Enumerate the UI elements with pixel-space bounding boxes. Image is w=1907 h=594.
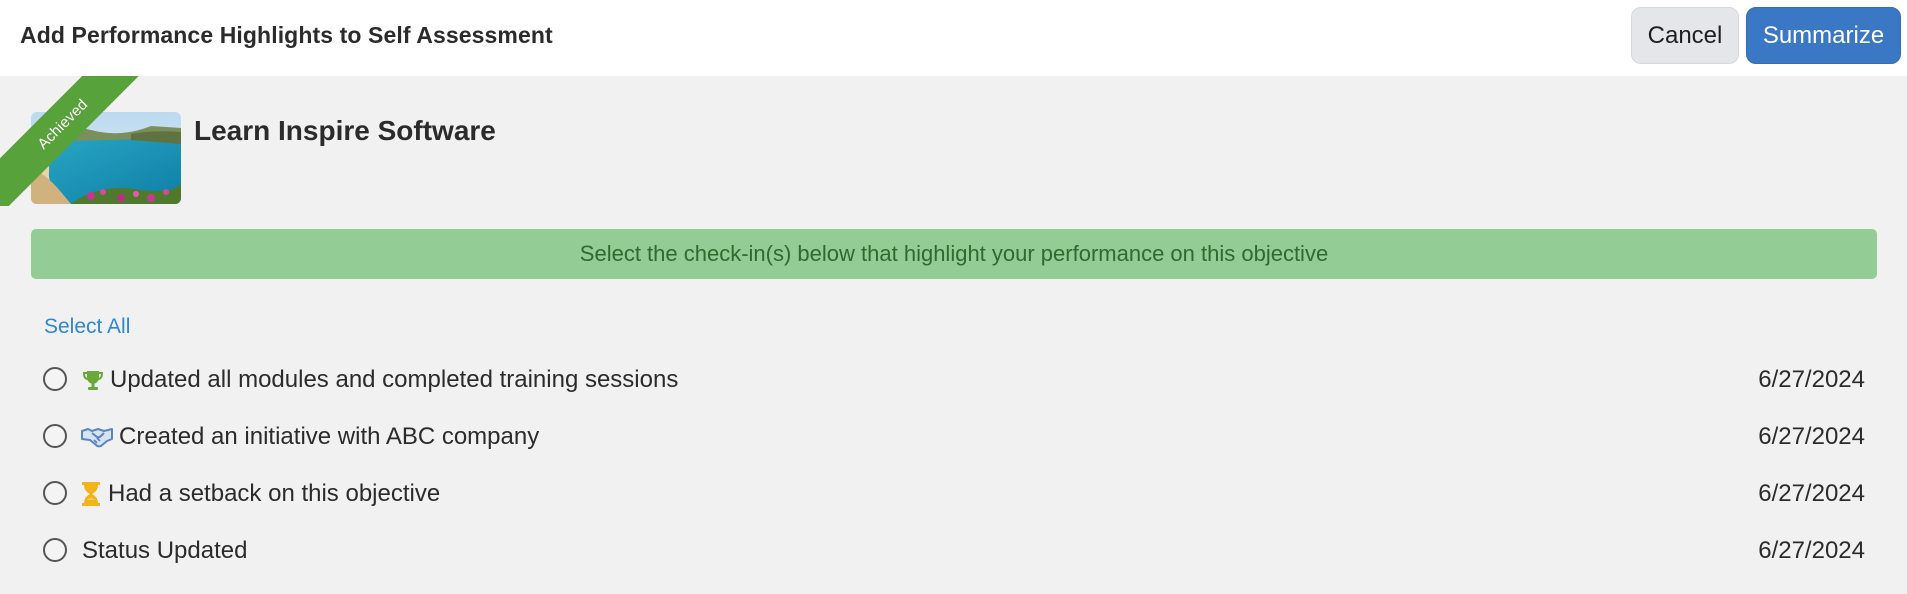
checkin-text: Created an initiative with ABC company xyxy=(119,423,540,450)
objective-title: Learn Inspire Software xyxy=(194,115,496,146)
trophy-icon xyxy=(81,367,105,393)
cancel-button[interactable]: Cancel xyxy=(1631,7,1739,64)
hourglass-icon xyxy=(81,481,101,507)
handshake-icon xyxy=(81,424,113,450)
checkin-row[interactable]: Created an initiative with ABC company 6… xyxy=(40,417,1870,457)
checkin-date: 6/27/2024 xyxy=(1758,537,1865,564)
checkin-row[interactable]: Updated all modules and completed traini… xyxy=(40,360,1870,400)
checkin-text: Had a setback on this objective xyxy=(108,480,441,507)
checkin-row[interactable]: Status Updated 6/27/2024 xyxy=(40,531,1870,571)
status-ribbon-area: Achieved xyxy=(0,76,150,206)
checkin-date: 6/27/2024 xyxy=(1758,366,1865,393)
instruction-banner: Select the check-in(s) below that highli… xyxy=(31,229,1877,279)
checkin-radio[interactable] xyxy=(43,367,67,391)
select-all-link[interactable]: Select All xyxy=(44,315,130,339)
checkin-date: 6/27/2024 xyxy=(1758,480,1865,507)
modal-header: Add Performance Highlights to Self Asses… xyxy=(0,0,1907,76)
modal-title: Add Performance Highlights to Self Asses… xyxy=(20,22,553,48)
summarize-button[interactable]: Summarize xyxy=(1746,7,1901,64)
checkin-date: 6/27/2024 xyxy=(1758,423,1865,450)
achieved-ribbon: Achieved xyxy=(0,76,150,206)
checkin-radio[interactable] xyxy=(43,424,67,448)
checkin-row[interactable]: Had a setback on this objective 6/27/202… xyxy=(40,474,1870,514)
checkin-radio[interactable] xyxy=(43,481,67,505)
checkin-radio[interactable] xyxy=(43,538,67,562)
checkin-text: Updated all modules and completed traini… xyxy=(110,366,679,393)
checkin-text: Status Updated xyxy=(82,537,248,564)
